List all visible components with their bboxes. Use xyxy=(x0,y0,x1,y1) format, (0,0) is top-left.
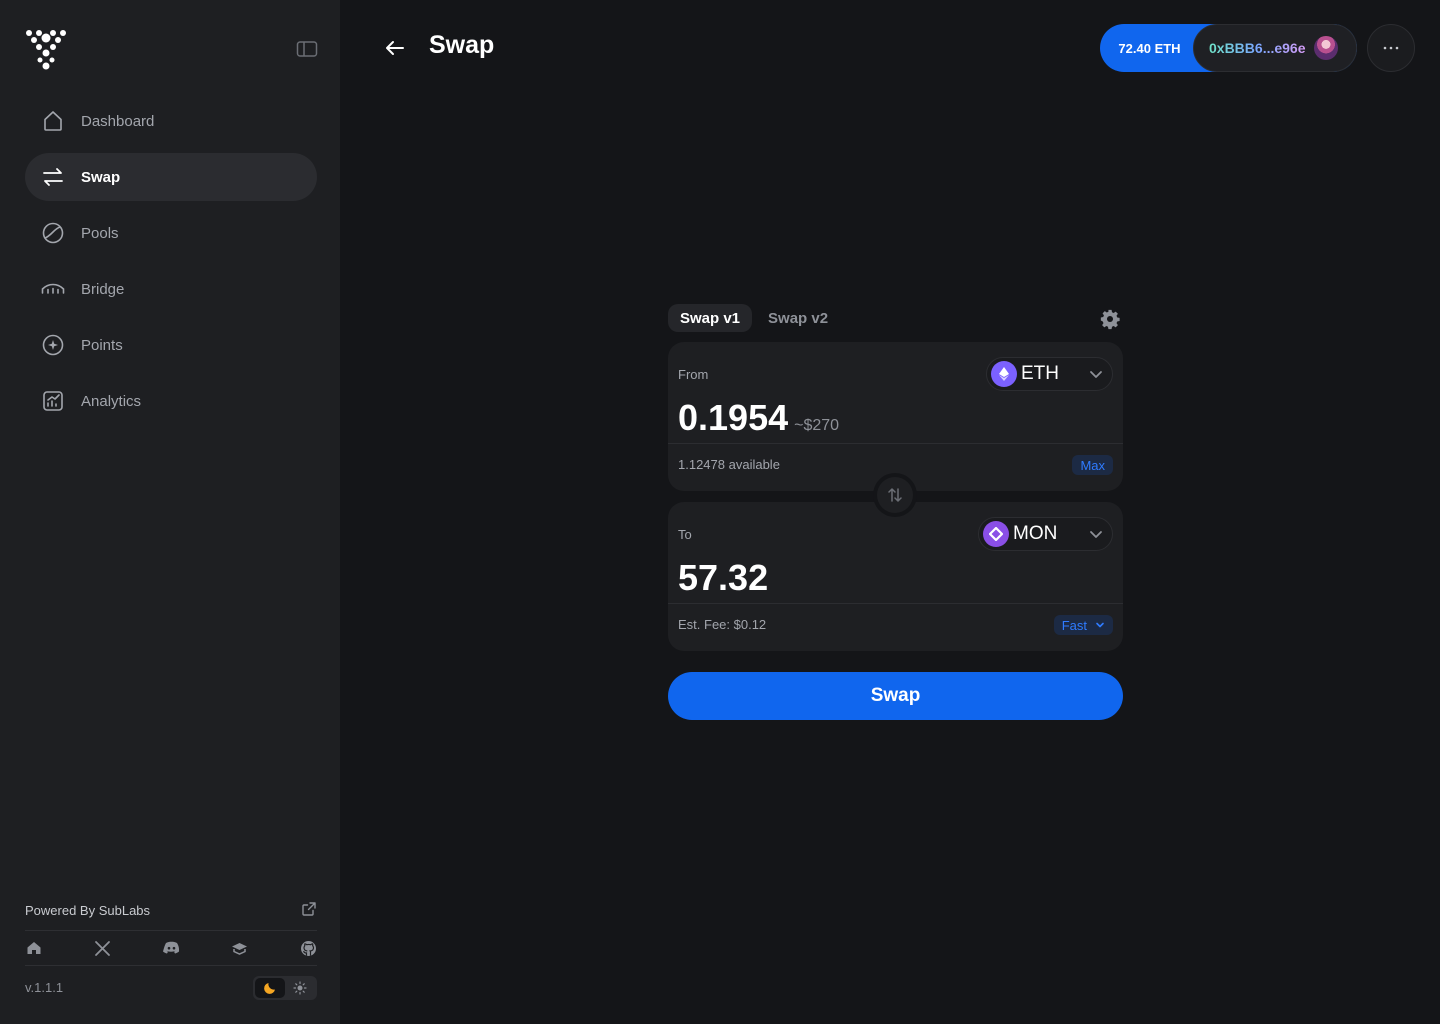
powered-by-text: Powered By SubLabs xyxy=(25,902,151,918)
sidebar-item-bridge[interactable]: Bridge xyxy=(25,265,317,313)
divider xyxy=(668,443,1123,444)
chevron-down-icon xyxy=(1096,622,1104,628)
swap-submit-button[interactable]: Swap xyxy=(668,672,1123,720)
social-links xyxy=(25,936,317,960)
avatar xyxy=(1313,36,1338,60)
to-label: To xyxy=(678,527,692,542)
from-amount: 0.1954 xyxy=(678,397,789,438)
divider xyxy=(25,930,317,931)
from-usd-value: ~$270 xyxy=(794,417,840,434)
discord-icon[interactable] xyxy=(162,939,180,957)
sidebar-nav: Dashboard Swap Pools Bridge Points Analy… xyxy=(25,97,317,433)
sidebar-item-label: Bridge xyxy=(81,280,125,298)
swap-version-tabs: Swap v1 Swap v2 xyxy=(668,304,840,332)
sidebar-item-label: Pools xyxy=(81,224,119,242)
wallet-balance: 72.40 ETH xyxy=(1118,40,1181,56)
speed-select[interactable]: Fast xyxy=(1053,615,1113,635)
swap-arrows-icon xyxy=(41,165,65,189)
bridge-icon xyxy=(41,277,65,301)
github-icon[interactable] xyxy=(299,939,317,957)
sidebar-item-label: Points xyxy=(81,336,123,354)
flip-direction-button[interactable] xyxy=(873,473,917,517)
x-twitter-icon[interactable] xyxy=(94,939,112,957)
to-panel: To MON 57.32 Est. Fee: $0.12 Fast xyxy=(668,502,1123,651)
sidebar-item-pools[interactable]: Pools xyxy=(25,209,317,257)
more-options-button[interactable] xyxy=(1367,24,1415,72)
to-amount: 57.32 xyxy=(678,557,769,598)
powered-by: Powered By SubLabs xyxy=(25,900,317,920)
from-token-select[interactable]: ETH xyxy=(986,357,1113,391)
sidebar-item-points[interactable]: Points xyxy=(25,321,317,369)
app-logo[interactable] xyxy=(24,28,68,72)
sidebar-item-dashboard[interactable]: Dashboard xyxy=(25,97,317,145)
sidebar-collapse-icon[interactable] xyxy=(296,40,318,58)
divider xyxy=(25,965,317,966)
wallet-button[interactable]: 72.40 ETH 0xBBB6...e96e xyxy=(1100,24,1357,72)
sun-icon[interactable] xyxy=(285,978,315,998)
sidebar-item-swap[interactable]: Swap xyxy=(25,153,317,201)
sidebar-item-analytics[interactable]: Analytics xyxy=(25,377,317,425)
sidebar: Dashboard Swap Pools Bridge Points Analy… xyxy=(0,0,340,1024)
pie-icon xyxy=(41,221,65,245)
page-title: Swap xyxy=(429,31,495,59)
from-label: From xyxy=(678,367,709,382)
sidebar-item-label: Dashboard xyxy=(81,112,155,130)
tab-swap-v1[interactable]: Swap v1 xyxy=(668,304,753,332)
docs-icon[interactable] xyxy=(231,939,249,957)
home-link-icon[interactable] xyxy=(25,939,43,957)
from-token-name: ETH xyxy=(1021,363,1059,384)
max-button[interactable]: Max xyxy=(1072,455,1113,475)
speed-label: Fast xyxy=(1061,617,1087,633)
swap-vertical-icon xyxy=(888,488,902,502)
estimated-fee: Est. Fee: $0.12 xyxy=(678,617,767,632)
back-arrow-icon[interactable] xyxy=(383,36,407,60)
to-token-name: MON xyxy=(1013,523,1058,544)
wallet-address: 0xBBB6...e96e xyxy=(1209,40,1306,56)
eth-token-icon xyxy=(991,361,1017,387)
home-icon xyxy=(41,109,65,133)
mon-token-icon xyxy=(983,521,1009,547)
flip-inner xyxy=(877,477,913,513)
available-balance: 1.12478 available xyxy=(678,457,780,472)
sidebar-item-label: Analytics xyxy=(81,392,142,410)
to-token-select[interactable]: MON xyxy=(978,517,1113,551)
divider xyxy=(668,603,1123,604)
theme-toggle[interactable] xyxy=(253,976,317,1000)
points-icon xyxy=(41,333,65,357)
analytics-icon xyxy=(41,389,65,413)
from-panel: From ETH 0.1954 ~$270 1.12478 available M… xyxy=(668,342,1123,491)
from-amount-input[interactable]: 0.1954 ~$270 xyxy=(678,397,839,439)
wallet-address-chip[interactable]: 0xBBB6...e96e xyxy=(1193,24,1357,72)
external-link-icon[interactable] xyxy=(301,901,317,920)
chevron-down-icon xyxy=(1088,366,1104,382)
sidebar-item-label: Swap xyxy=(81,168,121,186)
gear-icon[interactable] xyxy=(1099,308,1121,330)
chevron-down-icon xyxy=(1088,526,1104,542)
app-version: v.1.1.1 xyxy=(25,980,64,995)
tab-swap-v2[interactable]: Swap v2 xyxy=(756,304,840,332)
more-dots-icon xyxy=(1383,46,1399,50)
moon-icon[interactable] xyxy=(255,978,285,998)
